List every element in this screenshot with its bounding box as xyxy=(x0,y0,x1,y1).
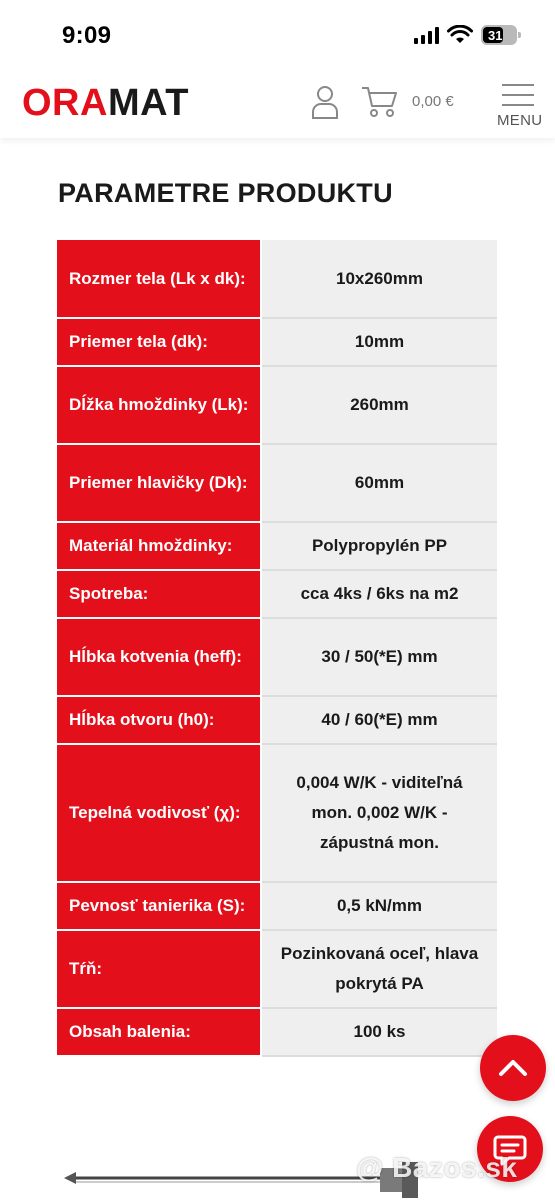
param-value: 40 / 60(*E) mm xyxy=(261,696,497,745)
hamburger-icon xyxy=(502,84,534,86)
battery-icon: 31 xyxy=(481,25,521,45)
wifi-icon xyxy=(447,25,473,43)
battery-level: 31 xyxy=(488,27,503,43)
site-header: ORAMAT 0,00 € MENU xyxy=(0,70,555,138)
param-value: 0,5 kN/mm xyxy=(261,882,497,931)
param-key: Materiál hmoždinky: xyxy=(57,522,262,571)
param-value: 10mm xyxy=(261,318,497,367)
cart-total[interactable]: 0,00 € xyxy=(412,93,454,110)
param-value: 100 ks xyxy=(261,1008,497,1057)
status-time: 9:09 xyxy=(62,22,112,49)
param-key: Pevnosť tanierika (S): xyxy=(57,882,262,931)
param-key: Rozmer tela (Lk x dk): xyxy=(57,240,262,319)
logo[interactable]: ORAMAT xyxy=(22,82,189,125)
param-value: cca 4ks / 6ks na m2 xyxy=(261,570,497,619)
status-icons: 31 xyxy=(414,25,521,45)
param-value: 30 / 50(*E) mm xyxy=(261,618,497,697)
param-key: Hĺbka kotvenia (heff): xyxy=(57,618,262,697)
menu-button[interactable]: MENU xyxy=(494,80,544,132)
params-table: Rozmer tela (Lk x dk): 10x260mm Priemer … xyxy=(57,240,497,1057)
section-title: PARAMETRE PRODUKTU xyxy=(58,178,393,208)
user-icon[interactable] xyxy=(310,84,340,120)
param-value: Pozinkovaná oceľ, hlava pokrytá PA xyxy=(261,930,497,1009)
table-row: Pevnosť tanierika (S): 0,5 kN/mm xyxy=(57,882,497,931)
param-value: 60mm xyxy=(261,444,497,523)
status-bar: 9:09 31 xyxy=(0,0,555,70)
watermark: @ Bazos.sk xyxy=(356,1152,518,1183)
param-key: Tepelná vodivosť (χ): xyxy=(57,744,262,883)
table-row: Tepelná vodivosť (χ): 0,004 W/K - vidite… xyxy=(57,744,497,883)
table-row: Rozmer tela (Lk x dk): 10x260mm xyxy=(57,240,497,319)
chevron-up-icon xyxy=(499,1060,527,1076)
table-row: Spotreba: cca 4ks / 6ks na m2 xyxy=(57,570,497,619)
param-value: Polypropylén PP xyxy=(261,522,497,571)
scroll-to-top-button[interactable] xyxy=(480,1035,546,1101)
param-value: 10x260mm xyxy=(261,240,497,319)
table-row: Hĺbka otvoru (h0): 40 / 60(*E) mm xyxy=(57,696,497,745)
param-key: Tŕň: xyxy=(57,930,262,1009)
param-key: Obsah balenia: xyxy=(57,1008,262,1057)
param-key: Hĺbka otvoru (h0): xyxy=(57,696,262,745)
logo-part-dark: MAT xyxy=(107,82,189,124)
param-value: 0,004 W/K - viditeľná mon. 0,002 W/K - z… xyxy=(261,744,497,883)
table-row: Priemer tela (dk): 10mm xyxy=(57,318,497,367)
table-row: Tŕň: Pozinkovaná oceľ, hlava pokrytá PA xyxy=(57,930,497,1009)
cart-icon[interactable] xyxy=(360,84,400,120)
logo-part-red: ORA xyxy=(22,82,108,124)
table-row: Dĺžka hmoždinky (Lk): 260mm xyxy=(57,366,497,445)
menu-label: MENU xyxy=(497,112,543,129)
cellular-signal-icon xyxy=(414,26,439,44)
param-key: Priemer tela (dk): xyxy=(57,318,262,367)
table-row: Hĺbka kotvenia (heff): 30 / 50(*E) mm xyxy=(57,618,497,697)
param-key: Dĺžka hmoždinky (Lk): xyxy=(57,366,262,445)
table-row: Priemer hlavičky (Dk): 60mm xyxy=(57,444,497,523)
table-row: Obsah balenia: 100 ks xyxy=(57,1008,497,1057)
param-key: Spotreba: xyxy=(57,570,262,619)
param-key: Priemer hlavičky (Dk): xyxy=(57,444,262,523)
table-row: Materiál hmoždinky: Polypropylén PP xyxy=(57,522,497,571)
param-value: 260mm xyxy=(261,366,497,445)
